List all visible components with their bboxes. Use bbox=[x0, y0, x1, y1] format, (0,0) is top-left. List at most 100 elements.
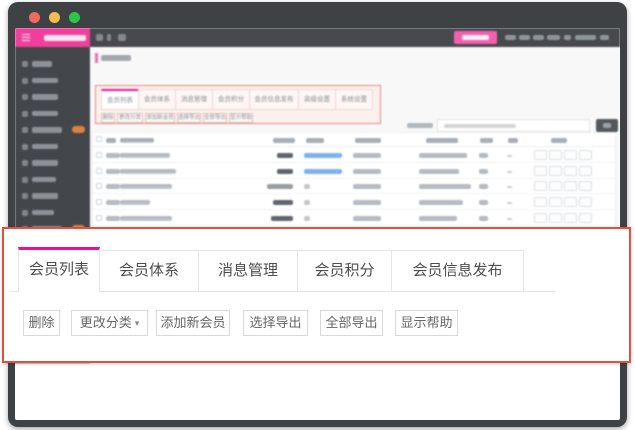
small-action-button-6[interactable]: 显示帮助 bbox=[229, 113, 253, 123]
cell-id bbox=[106, 153, 120, 158]
row-action-button-3[interactable] bbox=[564, 181, 577, 191]
search-input[interactable] bbox=[437, 119, 590, 132]
sidebar-item-icon bbox=[22, 177, 28, 183]
row-checkbox[interactable] bbox=[96, 199, 102, 205]
row-checkbox[interactable] bbox=[96, 168, 102, 174]
row-action-button-4[interactable] bbox=[579, 166, 592, 176]
cell-name-link[interactable] bbox=[120, 184, 172, 189]
small-action-button-3[interactable]: 添加新会员 bbox=[145, 113, 175, 123]
row-action-button-1[interactable] bbox=[534, 150, 547, 160]
cell-name-link[interactable] bbox=[120, 216, 172, 221]
cell-name-link[interactable] bbox=[120, 200, 150, 205]
row-action-button-2[interactable] bbox=[549, 166, 562, 176]
tab-5[interactable]: 会员信息发布 bbox=[391, 250, 524, 291]
topbar-icon-1[interactable] bbox=[96, 34, 103, 41]
topbar-icon-3[interactable] bbox=[118, 34, 126, 41]
window-minimize-button[interactable] bbox=[49, 12, 60, 23]
small-tab-5[interactable]: 会员信息发布 bbox=[249, 89, 299, 110]
sidebar-item-10[interactable] bbox=[15, 209, 90, 221]
sidebar-item-icon bbox=[22, 111, 28, 117]
row-action-button-3[interactable] bbox=[564, 213, 577, 223]
table-row bbox=[93, 148, 615, 163]
column-header-7[interactable] bbox=[480, 138, 493, 143]
action-button-6[interactable]: 显示帮助 bbox=[395, 310, 458, 336]
row-action-button-3[interactable] bbox=[564, 197, 577, 207]
small-action-button-2[interactable]: 更改分类 bbox=[117, 113, 143, 123]
cell-email-link[interactable] bbox=[304, 153, 342, 158]
column-header-1[interactable] bbox=[106, 138, 116, 143]
column-header-3[interactable] bbox=[273, 138, 295, 143]
tab-1[interactable]: 会员列表 bbox=[18, 247, 100, 292]
small-tab-7[interactable]: 系统设置 bbox=[335, 89, 373, 110]
sidebar-item-5[interactable] bbox=[15, 126, 90, 138]
column-header-6[interactable] bbox=[426, 138, 458, 143]
topbar-icon-2[interactable] bbox=[107, 34, 111, 41]
tab-4[interactable]: 会员积分 bbox=[297, 250, 392, 291]
action-button-5[interactable]: 全部导出 bbox=[320, 310, 383, 336]
small-tab-6[interactable]: 高级设置 bbox=[298, 89, 336, 110]
column-header-9[interactable] bbox=[551, 138, 567, 143]
row-action-button-1[interactable] bbox=[534, 166, 547, 176]
row-action-button-2[interactable] bbox=[549, 181, 562, 191]
small-action-button-4[interactable]: 选择导出 bbox=[177, 113, 201, 123]
topbar-menu-item-5[interactable] bbox=[564, 35, 571, 40]
select-all-checkbox[interactable] bbox=[96, 136, 102, 142]
action-button-4[interactable]: 选择导出 bbox=[243, 310, 308, 336]
row-action-button-3[interactable] bbox=[564, 166, 577, 176]
sidebar-item-2[interactable] bbox=[15, 77, 90, 89]
column-header-8[interactable] bbox=[508, 138, 518, 143]
sidebar-item-label bbox=[32, 144, 58, 150]
search-button[interactable] bbox=[596, 119, 618, 132]
window-close-button[interactable] bbox=[29, 12, 40, 23]
column-header-2[interactable] bbox=[120, 138, 154, 143]
row-action-button-1[interactable] bbox=[534, 197, 547, 207]
topbar-menu-item-1[interactable] bbox=[505, 35, 516, 40]
row-action-button-4[interactable] bbox=[579, 213, 592, 223]
sidebar-item-1[interactable] bbox=[15, 60, 90, 72]
row-action-button-1[interactable] bbox=[534, 213, 547, 223]
row-action-button-1[interactable] bbox=[534, 181, 547, 191]
small-tab-3[interactable]: 消息管理 bbox=[175, 89, 213, 110]
small-tab-4[interactable]: 会员积分 bbox=[212, 89, 250, 110]
cell-name-link[interactable] bbox=[120, 169, 176, 174]
sidebar-item-4[interactable] bbox=[15, 110, 90, 122]
row-checkbox[interactable] bbox=[96, 215, 102, 221]
small-tab-2[interactable]: 会员体系 bbox=[138, 89, 176, 110]
cell-email-link[interactable] bbox=[304, 169, 342, 174]
cell-name-link[interactable] bbox=[120, 153, 170, 158]
small-action-button-5[interactable]: 全部导出 bbox=[203, 113, 227, 123]
action-button-3[interactable]: 添加新会员 bbox=[156, 310, 230, 336]
topbar-menu-item-2[interactable] bbox=[519, 35, 530, 40]
cell-dash bbox=[507, 155, 512, 157]
row-action-button-4[interactable] bbox=[579, 197, 592, 207]
app-logo[interactable] bbox=[15, 28, 90, 47]
row-action-button-2[interactable] bbox=[549, 197, 562, 207]
row-action-button-4[interactable] bbox=[579, 181, 592, 191]
column-header-5[interactable] bbox=[355, 138, 381, 143]
row-action-button-2[interactable] bbox=[549, 150, 562, 160]
topbar-menu-item-7[interactable] bbox=[600, 35, 609, 40]
sidebar-item-3[interactable] bbox=[15, 93, 90, 105]
small-tab-1[interactable]: 会员列表 bbox=[101, 89, 139, 110]
action-button-1[interactable]: 删除 bbox=[23, 310, 60, 336]
sidebar-item-7[interactable] bbox=[15, 159, 90, 171]
row-action-button-3[interactable] bbox=[564, 150, 577, 160]
row-action-button-2[interactable] bbox=[549, 213, 562, 223]
sidebar-item-9[interactable] bbox=[15, 192, 90, 204]
cell-value bbox=[273, 200, 293, 205]
small-action-button-1[interactable]: 删除 bbox=[101, 113, 115, 123]
tab-3[interactable]: 消息管理 bbox=[198, 250, 298, 291]
column-header-4[interactable] bbox=[306, 138, 324, 143]
row-checkbox[interactable] bbox=[96, 183, 102, 189]
topbar-menu-item-3[interactable] bbox=[533, 35, 544, 40]
action-button-2[interactable]: 更改分类▾ bbox=[71, 310, 148, 336]
sidebar-item-8[interactable] bbox=[15, 176, 90, 188]
row-action-button-4[interactable] bbox=[579, 150, 592, 160]
topbar-menu-item-6[interactable] bbox=[575, 35, 596, 40]
window-zoom-button[interactable] bbox=[69, 12, 80, 23]
topbar-menu-item-4[interactable] bbox=[547, 35, 560, 40]
row-checkbox[interactable] bbox=[96, 152, 102, 158]
topbar-primary-button[interactable] bbox=[454, 31, 497, 44]
tab-2[interactable]: 会员体系 bbox=[99, 250, 199, 291]
sidebar-item-6[interactable] bbox=[15, 143, 90, 155]
